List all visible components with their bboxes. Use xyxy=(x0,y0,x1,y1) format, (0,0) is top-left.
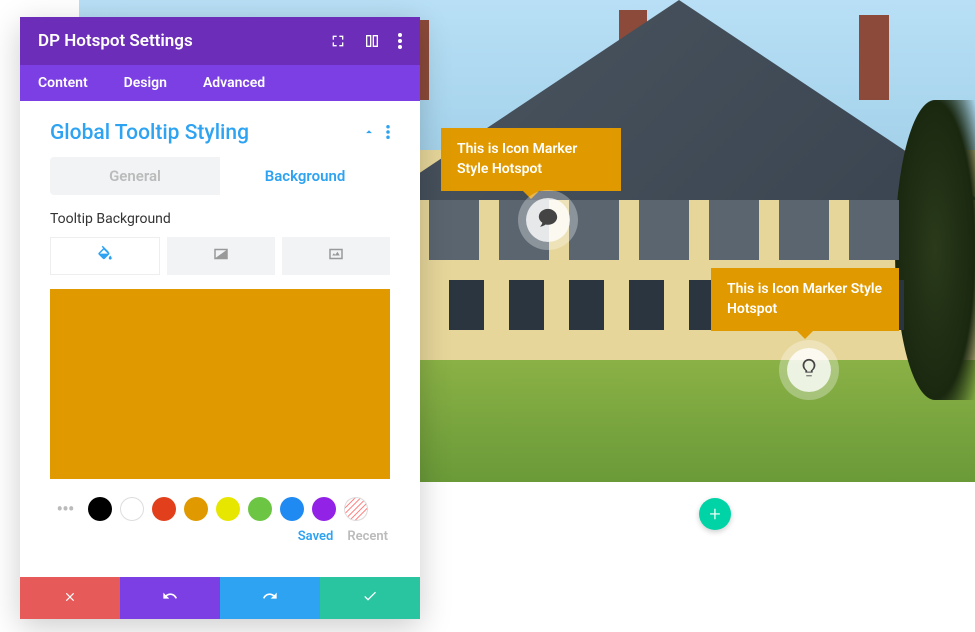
panel-header[interactable]: DP Hotspot Settings xyxy=(20,17,420,65)
swatch-orange[interactable] xyxy=(184,497,208,521)
lightbulb-icon xyxy=(798,357,820,383)
undo-button[interactable] xyxy=(120,577,220,619)
swatch-purple[interactable] xyxy=(312,497,336,521)
redo-icon xyxy=(262,588,278,608)
field-label: Tooltip Background xyxy=(50,211,390,227)
swatch-green[interactable] xyxy=(248,497,272,521)
tab-content[interactable]: Content xyxy=(20,65,106,101)
panel-tabs: Content Design Advanced xyxy=(20,65,420,101)
section-more-icon[interactable] xyxy=(386,124,390,143)
close-icon xyxy=(63,589,77,608)
bg-type-gradient[interactable] xyxy=(167,237,275,275)
save-button[interactable] xyxy=(320,577,420,619)
image-icon xyxy=(327,245,345,267)
bg-type-image[interactable] xyxy=(282,237,390,275)
swatch-more-icon[interactable]: ••• xyxy=(50,497,80,521)
expand-icon[interactable] xyxy=(330,33,346,49)
cancel-button[interactable] xyxy=(20,577,120,619)
hotspot-marker[interactable] xyxy=(526,198,570,242)
hotspot-tooltip: This is Icon Marker Style Hotspot xyxy=(711,268,899,331)
swatch-tab-saved[interactable]: Saved xyxy=(298,529,334,544)
snap-icon[interactable] xyxy=(364,33,380,49)
chat-icon xyxy=(537,207,559,233)
check-icon xyxy=(362,588,378,608)
gradient-icon xyxy=(212,245,230,267)
tab-advanced[interactable]: Advanced xyxy=(185,65,283,101)
paint-bucket-icon xyxy=(96,245,114,267)
panel-title: DP Hotspot Settings xyxy=(38,31,193,51)
redo-button[interactable] xyxy=(220,577,320,619)
hotspot-tooltip: This is Icon Marker Style Hotspot xyxy=(441,128,621,191)
swatch-none[interactable] xyxy=(344,497,368,521)
add-module-button[interactable]: + xyxy=(699,498,731,530)
hotspot-marker[interactable] xyxy=(787,348,831,392)
swatch-blue[interactable] xyxy=(280,497,304,521)
color-preview[interactable] xyxy=(50,289,390,479)
tab-design[interactable]: Design xyxy=(106,65,185,101)
chevron-up-icon[interactable] xyxy=(362,124,376,143)
swatch-white[interactable] xyxy=(120,497,144,521)
swatch-tab-recent[interactable]: Recent xyxy=(347,529,388,544)
section-title: Global Tooltip Styling xyxy=(50,121,249,145)
swatch-red[interactable] xyxy=(152,497,176,521)
settings-panel: DP Hotspot Settings Content Design Advan… xyxy=(20,17,420,619)
undo-icon xyxy=(162,588,178,608)
bg-type-color[interactable] xyxy=(50,237,160,275)
swatch-yellow[interactable] xyxy=(216,497,240,521)
segment-general[interactable]: General xyxy=(50,157,220,195)
segment-background[interactable]: Background xyxy=(220,157,390,195)
more-icon[interactable] xyxy=(398,33,402,49)
swatch-black[interactable] xyxy=(88,497,112,521)
